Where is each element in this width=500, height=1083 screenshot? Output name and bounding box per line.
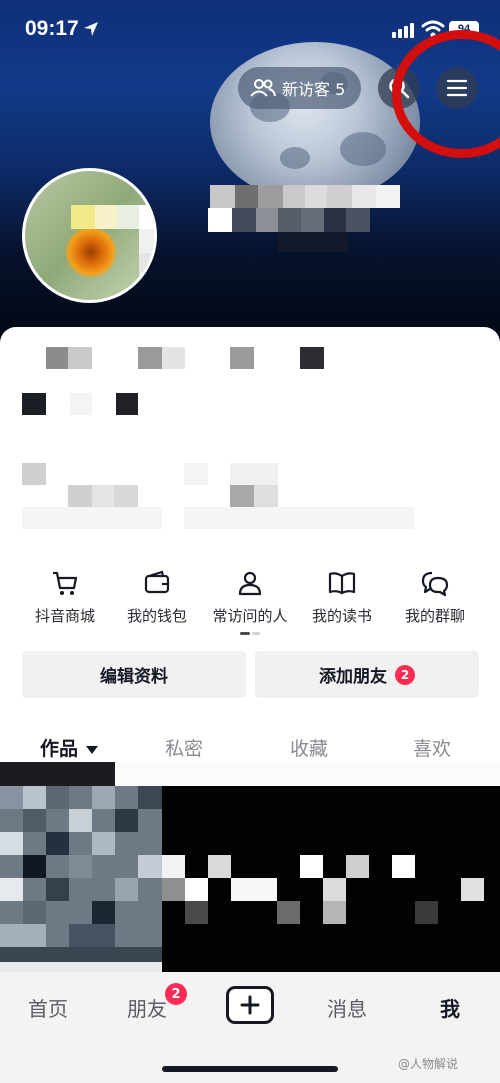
tab-label: 收藏 [290, 738, 329, 760]
nav-messages[interactable]: 消息 [327, 993, 367, 1022]
wallet-icon [144, 570, 170, 594]
create-button[interactable] [226, 986, 274, 1024]
plus-icon [240, 995, 260, 1015]
nav-friends-label: 朋友 [127, 997, 167, 1021]
add-friends-button[interactable]: 添加朋友 2 [255, 651, 479, 698]
visitors-icon [250, 79, 276, 97]
nav-me[interactable]: 我 [440, 993, 460, 1022]
cart-icon [53, 571, 78, 595]
shortcut-label: 抖音商城 [34, 607, 95, 625]
status-time: 09:17 [25, 17, 79, 40]
nav-friends[interactable]: 朋友 [127, 993, 167, 1022]
nav-home-label: 首页 [28, 997, 68, 1021]
tab-label: 作品 [40, 738, 79, 760]
tab-private[interactable]: 私密 [165, 734, 203, 761]
shortcut-label: 我的钱包 [126, 607, 187, 625]
shortcut-label: 我的读书 [311, 607, 372, 625]
shortcuts-page-indicator [240, 632, 260, 635]
tab-works[interactable]: 作品 [40, 734, 99, 761]
watermark: @人物解说 [398, 1057, 459, 1071]
book-icon [328, 572, 356, 595]
shortcut-reading[interactable]: 我的读书 [292, 567, 392, 626]
works-grid-mosaic[interactable] [0, 762, 500, 977]
cellular-signal-icon [392, 23, 414, 38]
edit-profile-label: 编辑资料 [100, 667, 168, 687]
person-icon [238, 571, 262, 596]
nav-me-label: 我 [440, 997, 460, 1021]
username-mosaic [160, 185, 420, 255]
friends-badge: 2 [165, 983, 187, 1005]
home-indicator [162, 1066, 338, 1072]
shortcut-mall[interactable]: 抖音商城 [15, 567, 115, 626]
add-friends-label: 添加朋友 [319, 667, 387, 687]
avatar[interactable] [22, 168, 157, 303]
add-friends-badge: 2 [395, 664, 415, 685]
shortcuts-row: 抖音商城 我的钱包 常访问的人 我的读书 我的群聊 [0, 567, 500, 637]
new-visitors-button[interactable]: 新访客 5 [238, 67, 361, 109]
avatar-mosaic [71, 205, 154, 285]
chat-bubbles-icon [421, 571, 449, 597]
tab-label: 私密 [165, 738, 204, 760]
tab-likes[interactable]: 喜欢 [413, 734, 451, 761]
tab-label: 喜欢 [413, 738, 452, 760]
new-visitors-label: 新访客 5 [282, 80, 346, 99]
shortcut-label: 我的群聊 [404, 607, 465, 625]
shortcut-group-chats[interactable]: 我的群聊 [385, 567, 485, 626]
tab-favorites[interactable]: 收藏 [290, 734, 328, 761]
caret-down-icon [86, 745, 99, 754]
moon-background-image [210, 42, 420, 202]
edit-profile-button[interactable]: 编辑资料 [22, 651, 246, 698]
nav-home[interactable]: 首页 [28, 993, 68, 1022]
bio-mosaic [22, 345, 482, 555]
location-arrow-icon [84, 22, 98, 36]
nav-messages-label: 消息 [327, 997, 367, 1021]
shortcut-label: 常访问的人 [212, 607, 288, 625]
shortcut-wallet[interactable]: 我的钱包 [107, 567, 207, 626]
profile-banner: 09:17 94 新访客 5 [0, 0, 500, 345]
shortcut-frequent-visitors[interactable]: 常访问的人 [200, 567, 300, 626]
